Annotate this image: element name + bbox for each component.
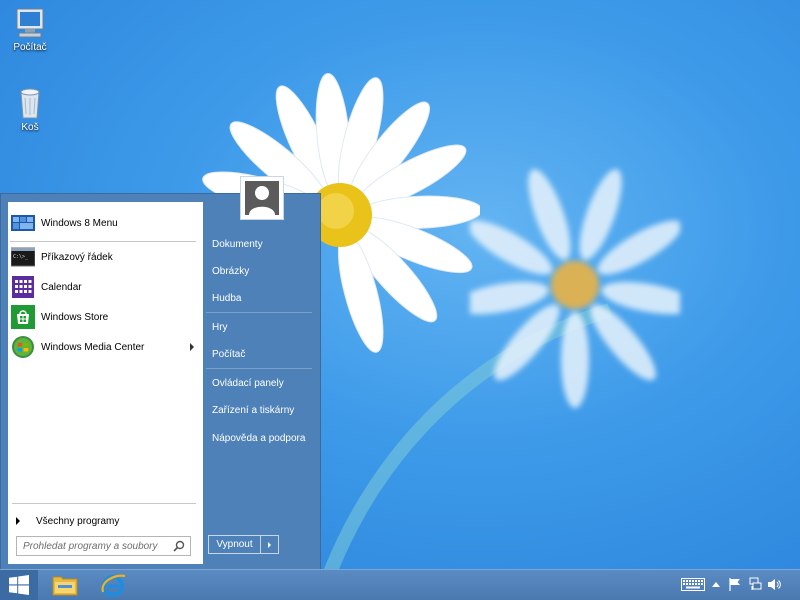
pinned-item-windows-store[interactable]: Windows Store bbox=[10, 303, 200, 331]
link-devices-printers[interactable]: Zařízení a tiskárny bbox=[206, 399, 314, 421]
shutdown-button-group: Vypnout bbox=[208, 535, 279, 554]
taskbar-file-explorer[interactable] bbox=[44, 571, 86, 599]
link-computer[interactable]: Počítač bbox=[206, 343, 314, 365]
pinned-item-media-center[interactable]: Windows Media Center bbox=[10, 333, 200, 361]
search-input[interactable] bbox=[23, 540, 173, 552]
separator bbox=[206, 312, 312, 313]
link-label: Ovládací panely bbox=[212, 377, 284, 389]
pinned-item-command-prompt[interactable]: C:\>_ Příkazový řádek bbox=[10, 243, 200, 271]
show-hidden-icons-arrow[interactable] bbox=[712, 581, 720, 587]
internet-explorer-icon bbox=[101, 574, 126, 597]
file-explorer-icon bbox=[52, 576, 78, 596]
all-programs-label: Všechny programy bbox=[36, 515, 120, 527]
desktop-icon-label: Koš bbox=[21, 122, 39, 133]
separator bbox=[12, 503, 196, 504]
shutdown-button[interactable]: Vypnout bbox=[209, 536, 261, 553]
link-control-panel[interactable]: Ovládací panely bbox=[206, 372, 314, 394]
action-center-flag-icon[interactable] bbox=[729, 578, 741, 591]
windows8-menu-icon bbox=[11, 215, 35, 231]
link-label: Obrázky bbox=[212, 265, 250, 277]
user-avatar[interactable] bbox=[240, 176, 284, 220]
svg-text:C:\>_: C:\>_ bbox=[13, 254, 29, 260]
link-label: Zařízení a tiskárny bbox=[212, 404, 295, 416]
link-help-support[interactable]: Nápověda a podpora bbox=[206, 427, 314, 449]
pinned-item-label: Windows Store bbox=[41, 311, 109, 323]
link-label: Počítač bbox=[212, 348, 246, 360]
expand-arrow-icon bbox=[16, 517, 20, 525]
keyboard-icon[interactable] bbox=[681, 578, 705, 591]
windows-logo-icon bbox=[9, 575, 29, 595]
calendar-icon bbox=[12, 276, 34, 298]
network-icon[interactable] bbox=[749, 577, 763, 591]
pinned-item-calendar[interactable]: Calendar bbox=[10, 273, 200, 301]
link-label: Nápověda a podpora bbox=[212, 432, 306, 444]
desktop-icon-computer[interactable]: Počítač bbox=[0, 6, 60, 53]
user-icon bbox=[245, 181, 279, 215]
pinned-item-label: Příkazový řádek bbox=[41, 251, 113, 263]
computer-icon bbox=[16, 8, 44, 38]
chevron-right-icon bbox=[268, 541, 271, 548]
link-documents[interactable]: Dokumenty bbox=[206, 233, 314, 255]
separator bbox=[206, 368, 312, 369]
start-button[interactable] bbox=[0, 570, 38, 600]
store-icon bbox=[11, 305, 35, 329]
shutdown-label: Vypnout bbox=[216, 539, 253, 550]
taskbar bbox=[0, 569, 800, 600]
link-label: Dokumenty bbox=[212, 238, 263, 250]
pinned-item-label: Calendar bbox=[41, 281, 82, 293]
blurred-daisy-decoration bbox=[470, 169, 680, 408]
all-programs-button[interactable]: Všechny programy bbox=[8, 511, 203, 531]
desktop-icon-label: Počítač bbox=[13, 42, 47, 53]
recycle-bin-icon bbox=[20, 88, 40, 119]
shutdown-options-button[interactable] bbox=[261, 536, 278, 553]
pinned-item-label: Windows 8 Menu bbox=[41, 217, 118, 229]
pinned-item-windows8-menu[interactable]: Windows 8 Menu bbox=[10, 209, 200, 237]
media-center-icon bbox=[12, 336, 34, 358]
link-pictures[interactable]: Obrázky bbox=[206, 260, 314, 282]
pinned-item-label: Windows Media Center bbox=[41, 341, 145, 353]
command-prompt-icon: C:\>_ bbox=[11, 247, 35, 267]
link-label: Hudba bbox=[212, 292, 242, 304]
search-box[interactable] bbox=[16, 536, 191, 556]
desktop-icon-recycle-bin[interactable]: Koš bbox=[0, 86, 60, 133]
submenu-arrow-icon bbox=[190, 343, 194, 351]
separator bbox=[10, 241, 196, 242]
start-menu-programs-panel: Windows 8 Menu C:\>_ Příkazový řádek Cal… bbox=[8, 202, 203, 564]
taskbar-internet-explorer[interactable] bbox=[92, 571, 134, 599]
link-label: Hry bbox=[212, 321, 228, 333]
link-music[interactable]: Hudba bbox=[206, 287, 314, 309]
link-games[interactable]: Hry bbox=[206, 316, 314, 338]
search-icon[interactable] bbox=[173, 540, 185, 552]
volume-icon[interactable] bbox=[767, 578, 781, 591]
